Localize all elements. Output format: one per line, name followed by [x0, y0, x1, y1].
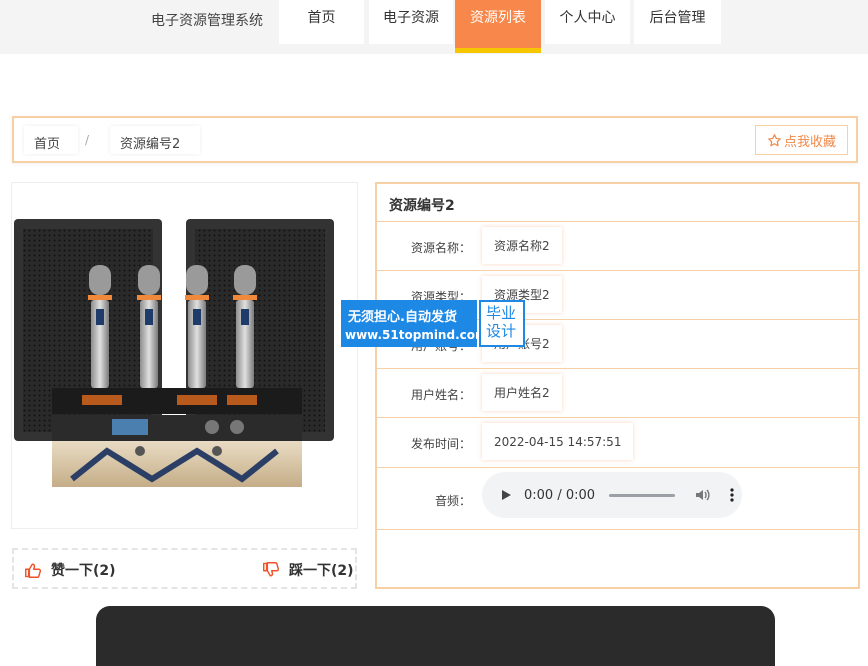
thumbs-down-icon [262, 562, 280, 577]
detail-row-name: 资源名称： 资源名称2 [377, 221, 858, 272]
star-icon [768, 133, 781, 146]
nav-resource-list[interactable]: 资源列表 [455, 0, 541, 53]
detail-value: 2022-04-15 14:57:51 [482, 423, 634, 460]
watermark-badge: 毕业设计 [479, 300, 525, 347]
audio-time: 0:00 / 0:00 [524, 487, 596, 503]
detail-label: 发布时间： [410, 437, 471, 451]
resource-image [11, 182, 358, 529]
breadcrumb: 首页 / 资源编号2 点我收藏 [12, 116, 858, 163]
detail-label: 用户姓名： [410, 388, 471, 402]
volume-icon[interactable] [695, 488, 711, 502]
dislike-button[interactable]: 踩一下(2) [262, 560, 354, 580]
footer [96, 606, 775, 666]
detail-label: 资源名称： [410, 241, 471, 255]
play-icon[interactable] [500, 489, 512, 501]
like-button[interactable]: 赞一下(2) [24, 560, 116, 580]
more-options-icon[interactable] [729, 488, 735, 502]
audio-player[interactable]: 0:00 / 0:00 [482, 472, 742, 518]
watermark-banner: 无须担心.自动发货 www.51topmind.com [341, 300, 488, 347]
nav-personal-center[interactable]: 个人中心 [545, 0, 630, 44]
like-label: 赞一下(2) [51, 563, 116, 579]
detail-row-username: 用户姓名： 用户姓名2 [377, 368, 858, 419]
watermark-line1: 无须担心.自动发货 [348, 310, 457, 325]
breadcrumb-separator: / [85, 133, 90, 147]
detail-title: 资源编号2 [389, 198, 455, 214]
watermark-line2: www.51topmind.com [345, 328, 488, 342]
favorite-label: 点我收藏 [783, 134, 836, 150]
nav-admin[interactable]: 后台管理 [634, 0, 721, 44]
vote-bar: 赞一下(2) 踩一下(2) [12, 548, 357, 589]
breadcrumb-current: 资源编号2 [110, 126, 200, 154]
resource-detail-panel: 资源编号2 资源名称： 资源名称2 资源类型： 资源类型2 用户账号： 用户账号… [375, 182, 860, 589]
detail-value: 资源名称2 [482, 227, 562, 264]
nav-resources[interactable]: 电子资源 [369, 0, 453, 44]
dislike-label: 踩一下(2) [289, 563, 354, 579]
breadcrumb-home[interactable]: 首页 [24, 126, 78, 154]
thumbs-up-icon [25, 563, 42, 578]
detail-divider [377, 529, 858, 530]
detail-label: 音频： [434, 494, 471, 508]
detail-row-publish-time: 发布时间： 2022-04-15 14:57:51 [377, 417, 858, 468]
site-brand[interactable]: 电子资源管理系统 [151, 10, 263, 30]
detail-value: 用户姓名2 [482, 374, 562, 411]
audio-progress-bar[interactable] [609, 493, 676, 497]
favorite-button[interactable]: 点我收藏 [755, 125, 848, 155]
top-navbar: 电子资源管理系统 首页 电子资源 资源列表 个人中心 后台管理 [0, 0, 868, 54]
nav-home[interactable]: 首页 [279, 0, 364, 44]
detail-row-audio: 音频： 0:00 / 0:00 [377, 467, 858, 530]
audio-equipment-image [14, 219, 334, 487]
